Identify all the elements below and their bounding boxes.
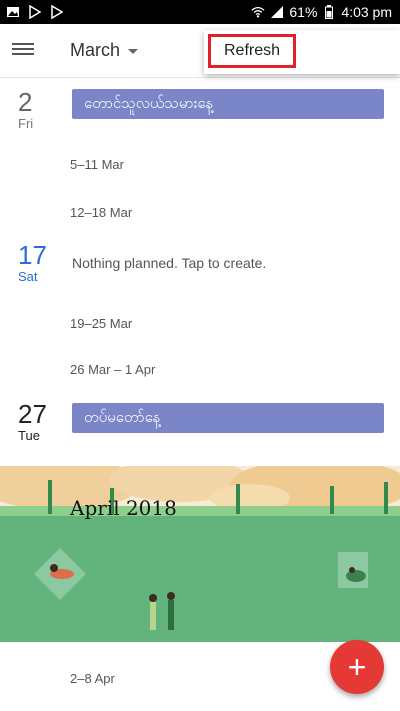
day-number: 2 <box>18 87 33 117</box>
play-store-icon <box>50 5 64 19</box>
banner-month-title: April 2018 <box>70 496 177 520</box>
battery-percent: 61% <box>289 4 318 20</box>
status-time: 4:03 pm <box>341 4 392 20</box>
date-fri-2: 2 Fri <box>18 88 58 131</box>
month-dropdown[interactable]: March <box>70 40 139 61</box>
day-name: Fri <box>18 116 34 131</box>
event-chip[interactable]: တောင်သူလယ်သမားနေ့ <box>72 89 384 119</box>
create-event-button[interactable]: + <box>330 640 384 694</box>
status-bar: 61% 4:03 pm <box>0 0 400 24</box>
week-label: 19–25 Mar <box>70 316 133 331</box>
chevron-down-icon <box>128 49 139 54</box>
photo-icon <box>6 5 20 19</box>
hamburger-icon[interactable] <box>12 40 34 60</box>
signal-icon <box>270 5 284 19</box>
week-label: 2–8 Apr <box>70 671 115 686</box>
play-store-icon <box>28 5 42 19</box>
day-name: Tue <box>18 428 40 443</box>
day-name: Sat <box>18 269 38 284</box>
month-label: March <box>70 40 121 60</box>
nothing-planned-text[interactable]: Nothing planned. Tap to create. <box>72 255 266 271</box>
plus-icon: + <box>347 649 367 685</box>
day-number: 17 <box>18 240 47 270</box>
banner-illustration <box>0 466 400 642</box>
refresh-menu-item[interactable]: Refresh <box>208 34 296 68</box>
date-tue-27: 27 Tue <box>18 400 58 443</box>
week-label: 12–18 Mar <box>70 205 133 220</box>
wifi-icon <box>251 5 265 19</box>
battery-icon <box>322 5 336 19</box>
week-label: 5–11 Mar <box>70 157 124 172</box>
event-chip[interactable]: တပ်မတော်နေ့ <box>72 403 384 433</box>
week-label: 26 Mar – 1 Apr <box>70 362 156 377</box>
day-number: 27 <box>18 399 47 429</box>
calendar-screen: 61% 4:03 pm March Refresh 2 Fri တောင်သူလ… <box>0 0 400 711</box>
month-banner: April 2018 <box>0 466 400 642</box>
date-sat-17: 17 Sat <box>18 241 58 284</box>
overflow-menu: Refresh <box>204 30 400 74</box>
